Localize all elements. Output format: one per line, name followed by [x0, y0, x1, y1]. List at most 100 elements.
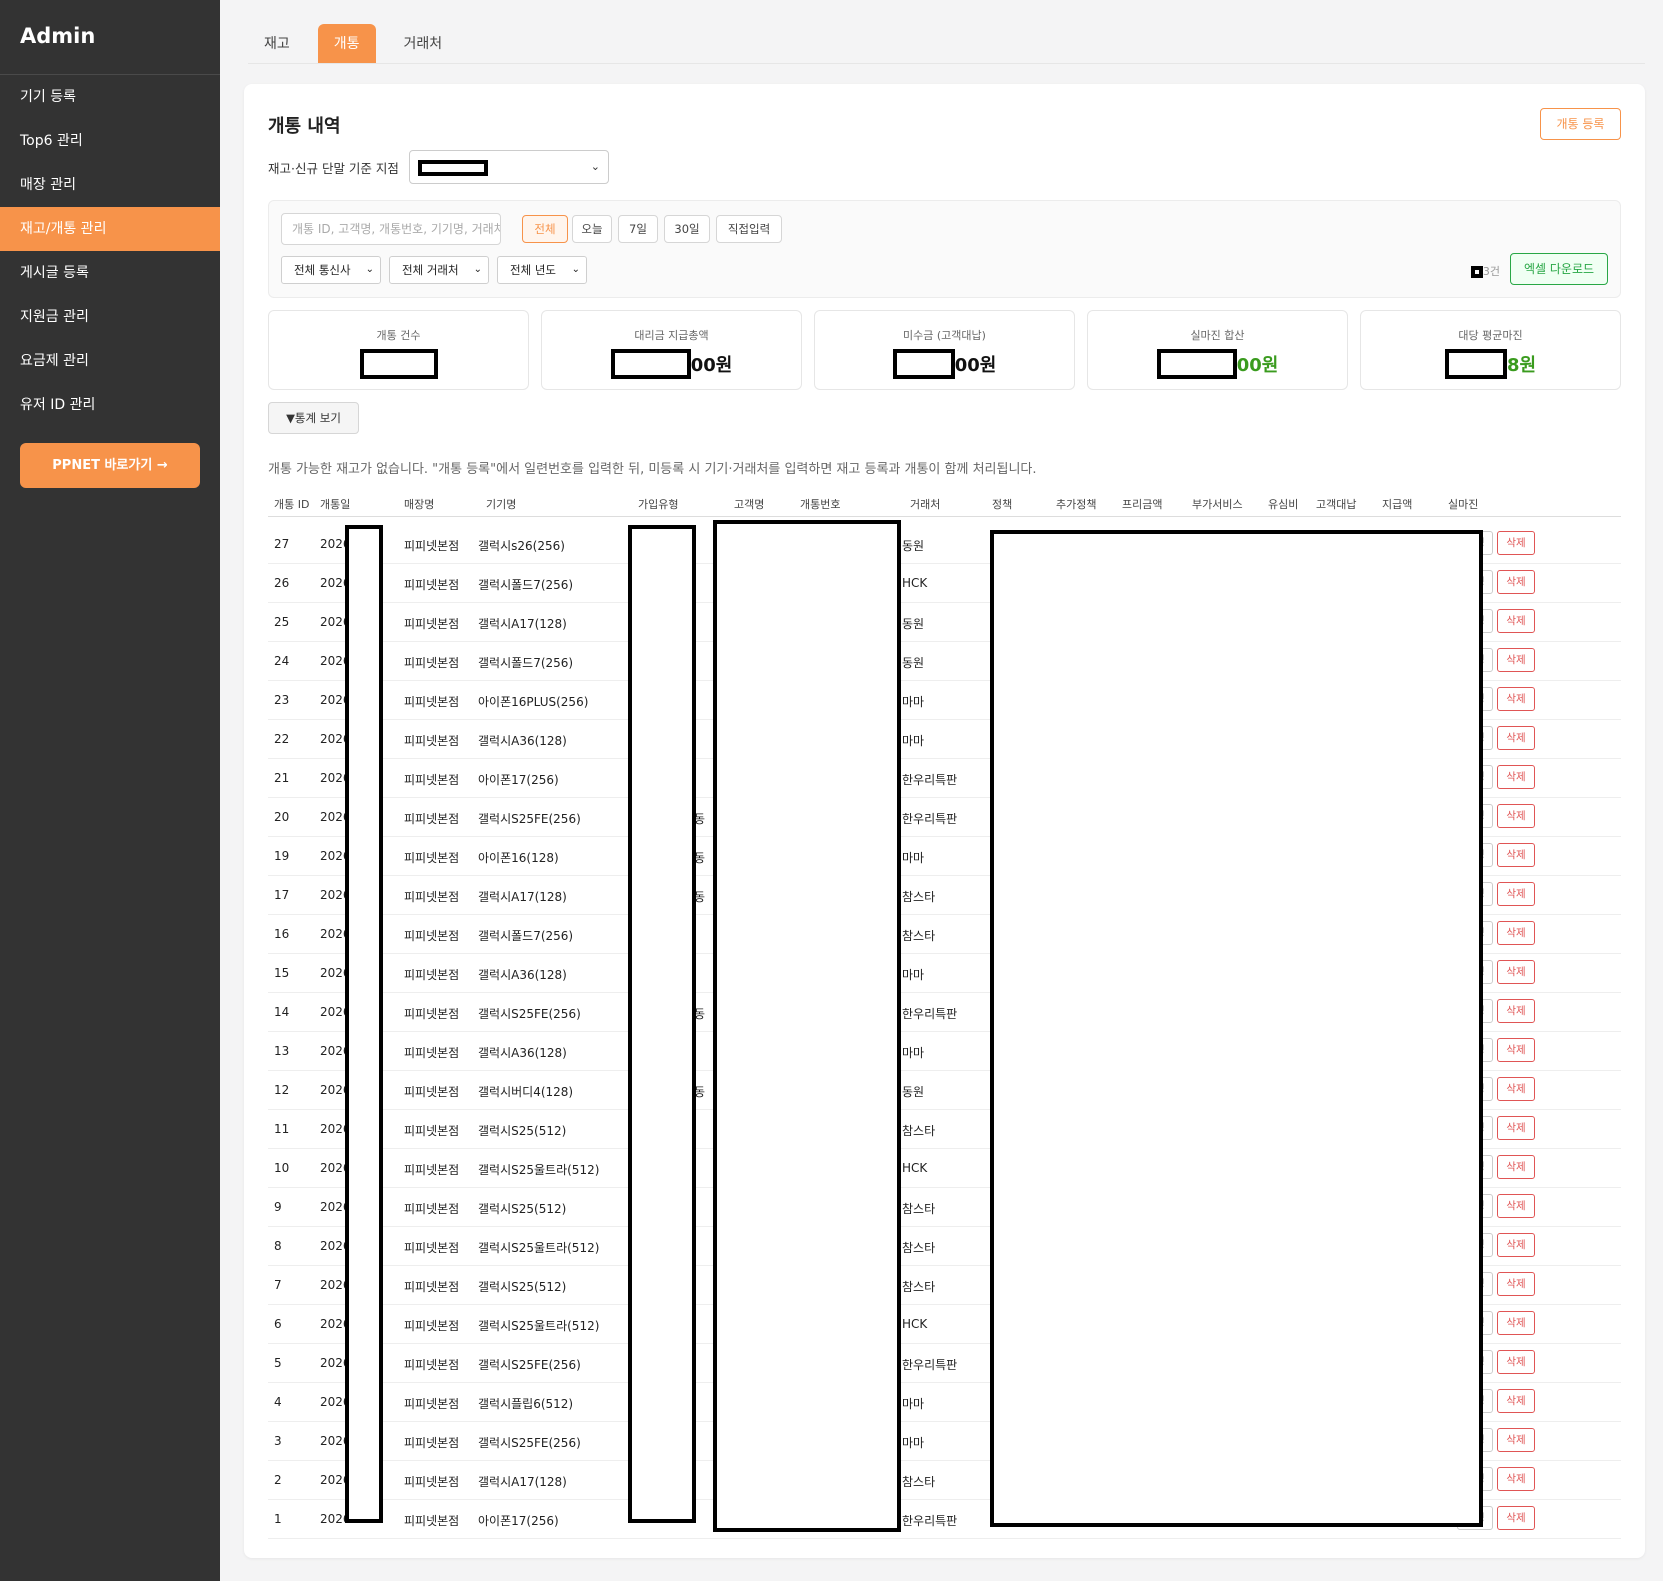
sidebar-item[interactable]: 재고/개통 관리: [0, 207, 220, 251]
delete-button[interactable]: 삭제: [1497, 1233, 1535, 1257]
cell-store: 피피넷본점: [404, 929, 460, 943]
cell-store: 피피넷본점: [404, 617, 460, 631]
cell-device: 갤럭시S25FE(256): [478, 1436, 581, 1450]
cell-store: 피피넷본점: [404, 1319, 460, 1333]
delete-button[interactable]: 삭제: [1497, 1389, 1535, 1413]
cell-id: 5: [274, 1356, 282, 1370]
delete-button[interactable]: 삭제: [1497, 648, 1535, 672]
cell-id: 12: [274, 1083, 290, 1097]
cell-store: 피피넷본점: [404, 1358, 460, 1372]
cell-vendor: 한우리특판: [902, 773, 958, 787]
tab[interactable]: 재고: [248, 24, 306, 64]
branch-select[interactable]: ⌄: [408, 150, 609, 184]
delete-button[interactable]: 삭제: [1497, 1155, 1535, 1179]
cell-id: 13: [274, 1044, 290, 1058]
table-header-cell[interactable]: 유심비: [1268, 496, 1298, 512]
table-header-cell[interactable]: 고객명: [734, 496, 764, 512]
delete-button[interactable]: 삭제: [1497, 570, 1535, 594]
delete-button[interactable]: 삭제: [1497, 531, 1535, 555]
tab[interactable]: 개통: [317, 24, 376, 64]
table-header-cell[interactable]: 개통 ID: [274, 496, 309, 512]
table-header-cell[interactable]: 정책: [992, 496, 1012, 512]
delete-button[interactable]: 삭제: [1497, 1194, 1535, 1218]
vendor-select[interactable]: 전체 거래처 ⌄: [389, 256, 489, 284]
period-button[interactable]: 전체: [522, 215, 568, 243]
sidebar-item[interactable]: 게시글 등록: [0, 251, 220, 295]
cell-vendor: 한우리특판: [902, 1007, 958, 1021]
delete-button[interactable]: 삭제: [1497, 843, 1535, 867]
delete-button[interactable]: 삭제: [1497, 921, 1535, 945]
cell-id: 19: [274, 849, 290, 863]
period-button[interactable]: 7일: [618, 215, 658, 243]
delete-button[interactable]: 삭제: [1497, 1272, 1535, 1296]
delete-button[interactable]: 삭제: [1497, 804, 1535, 828]
cell-vendor: 한우리특판: [902, 812, 958, 826]
table-header-cell[interactable]: 부가서비스: [1192, 496, 1243, 512]
sidebar-item[interactable]: 유저 ID 관리: [0, 383, 220, 427]
cell-device: 아이폰17(256): [478, 773, 559, 787]
delete-button[interactable]: 삭제: [1497, 1506, 1535, 1530]
stat-card: 대당 평균마진 8원: [1360, 310, 1621, 390]
cell-id: 26: [274, 576, 290, 590]
cell-id: 15: [274, 966, 290, 980]
excel-download-button[interactable]: 엑셀 다운로드: [1510, 253, 1608, 285]
year-select[interactable]: 전체 년도 ⌄: [497, 256, 587, 284]
cell-id: 27: [274, 537, 290, 551]
table-header-cell[interactable]: 추가정책: [1056, 496, 1096, 512]
delete-button[interactable]: 삭제: [1497, 1077, 1535, 1101]
delete-button[interactable]: 삭제: [1497, 1350, 1535, 1374]
delete-button[interactable]: 삭제: [1497, 1038, 1535, 1062]
cell-id: 22: [274, 732, 290, 746]
period-button[interactable]: 오늘: [572, 215, 612, 243]
table-header-cell[interactable]: 고객대납: [1316, 496, 1356, 512]
tab[interactable]: 거래처: [388, 24, 459, 64]
table-header-cell[interactable]: 실마진: [1448, 496, 1478, 512]
delete-button[interactable]: 삭제: [1497, 960, 1535, 984]
period-button[interactable]: 30일: [664, 215, 710, 243]
cell-vendor: 동원: [902, 617, 925, 631]
sidebar-item[interactable]: Top6 관리: [0, 119, 220, 163]
table-header-cell[interactable]: 개통번호: [800, 496, 840, 512]
delete-button[interactable]: 삭제: [1497, 609, 1535, 633]
stats-toggle-button[interactable]: ▼통계 보기: [268, 402, 359, 434]
table-header-cell[interactable]: 지급액: [1382, 496, 1412, 512]
sidebar-item[interactable]: 매장 관리: [0, 163, 220, 207]
cell-id: 21: [274, 771, 290, 785]
search-input[interactable]: 개통 ID, 고객명, 개통번호, 기기명, 거래처: [281, 213, 501, 245]
ppnet-link-button[interactable]: PPNET 바로가기 →: [20, 443, 200, 488]
chevron-down-icon: ⌄: [473, 264, 482, 275]
redacted-jointype-column: [628, 525, 696, 1523]
sidebar-item[interactable]: 기기 등록: [0, 75, 220, 119]
stat-value: [269, 349, 528, 379]
table-header-cell[interactable]: 프리금액: [1122, 496, 1162, 512]
delete-button[interactable]: 삭제: [1497, 1311, 1535, 1335]
table-header-cell[interactable]: 기기명: [486, 496, 516, 512]
cell-device: 갤럭시A17(128): [478, 1475, 567, 1489]
sidebar-item[interactable]: 요금제 관리: [0, 339, 220, 383]
table-header-cell[interactable]: 매장명: [404, 496, 434, 512]
activation-card: 개통 내역 개통 등록 재고·신규 단말 기준 지점 ⌄ 개통 ID, 고객명,…: [244, 84, 1645, 1558]
cell-vendor: 참스타: [902, 1475, 936, 1489]
carrier-select[interactable]: 전체 통신사 ⌄: [281, 256, 381, 284]
delete-button[interactable]: 삭제: [1497, 1428, 1535, 1452]
cell-id: 17: [274, 888, 290, 902]
cell-device: 갤럭시폴드7(256): [478, 929, 574, 943]
period-button[interactable]: 직접입력: [716, 215, 782, 243]
notice-text: 개통 가능한 재고가 없습니다. "개통 등록"에서 일련번호를 입력한 뒤, …: [268, 462, 1037, 477]
page-title: 개통 내역: [268, 116, 341, 137]
table-header-cell[interactable]: 개통일: [320, 496, 350, 512]
table-header-cell[interactable]: 가입유형: [638, 496, 678, 512]
cell-device: 갤럭시A36(128): [478, 1046, 567, 1060]
delete-button[interactable]: 삭제: [1497, 726, 1535, 750]
sidebar-item[interactable]: 지원금 관리: [0, 295, 220, 339]
delete-button[interactable]: 삭제: [1497, 765, 1535, 789]
register-activation-button[interactable]: 개통 등록: [1540, 108, 1621, 140]
stat-value-text: 00원: [690, 355, 733, 376]
delete-button[interactable]: 삭제: [1497, 687, 1535, 711]
table-header-cell[interactable]: 거래처: [910, 496, 940, 512]
delete-button[interactable]: 삭제: [1497, 999, 1535, 1023]
delete-button[interactable]: 삭제: [1497, 882, 1535, 906]
delete-button[interactable]: 삭제: [1497, 1116, 1535, 1140]
delete-button[interactable]: 삭제: [1497, 1467, 1535, 1491]
cell-vendor: 참스타: [902, 929, 936, 943]
